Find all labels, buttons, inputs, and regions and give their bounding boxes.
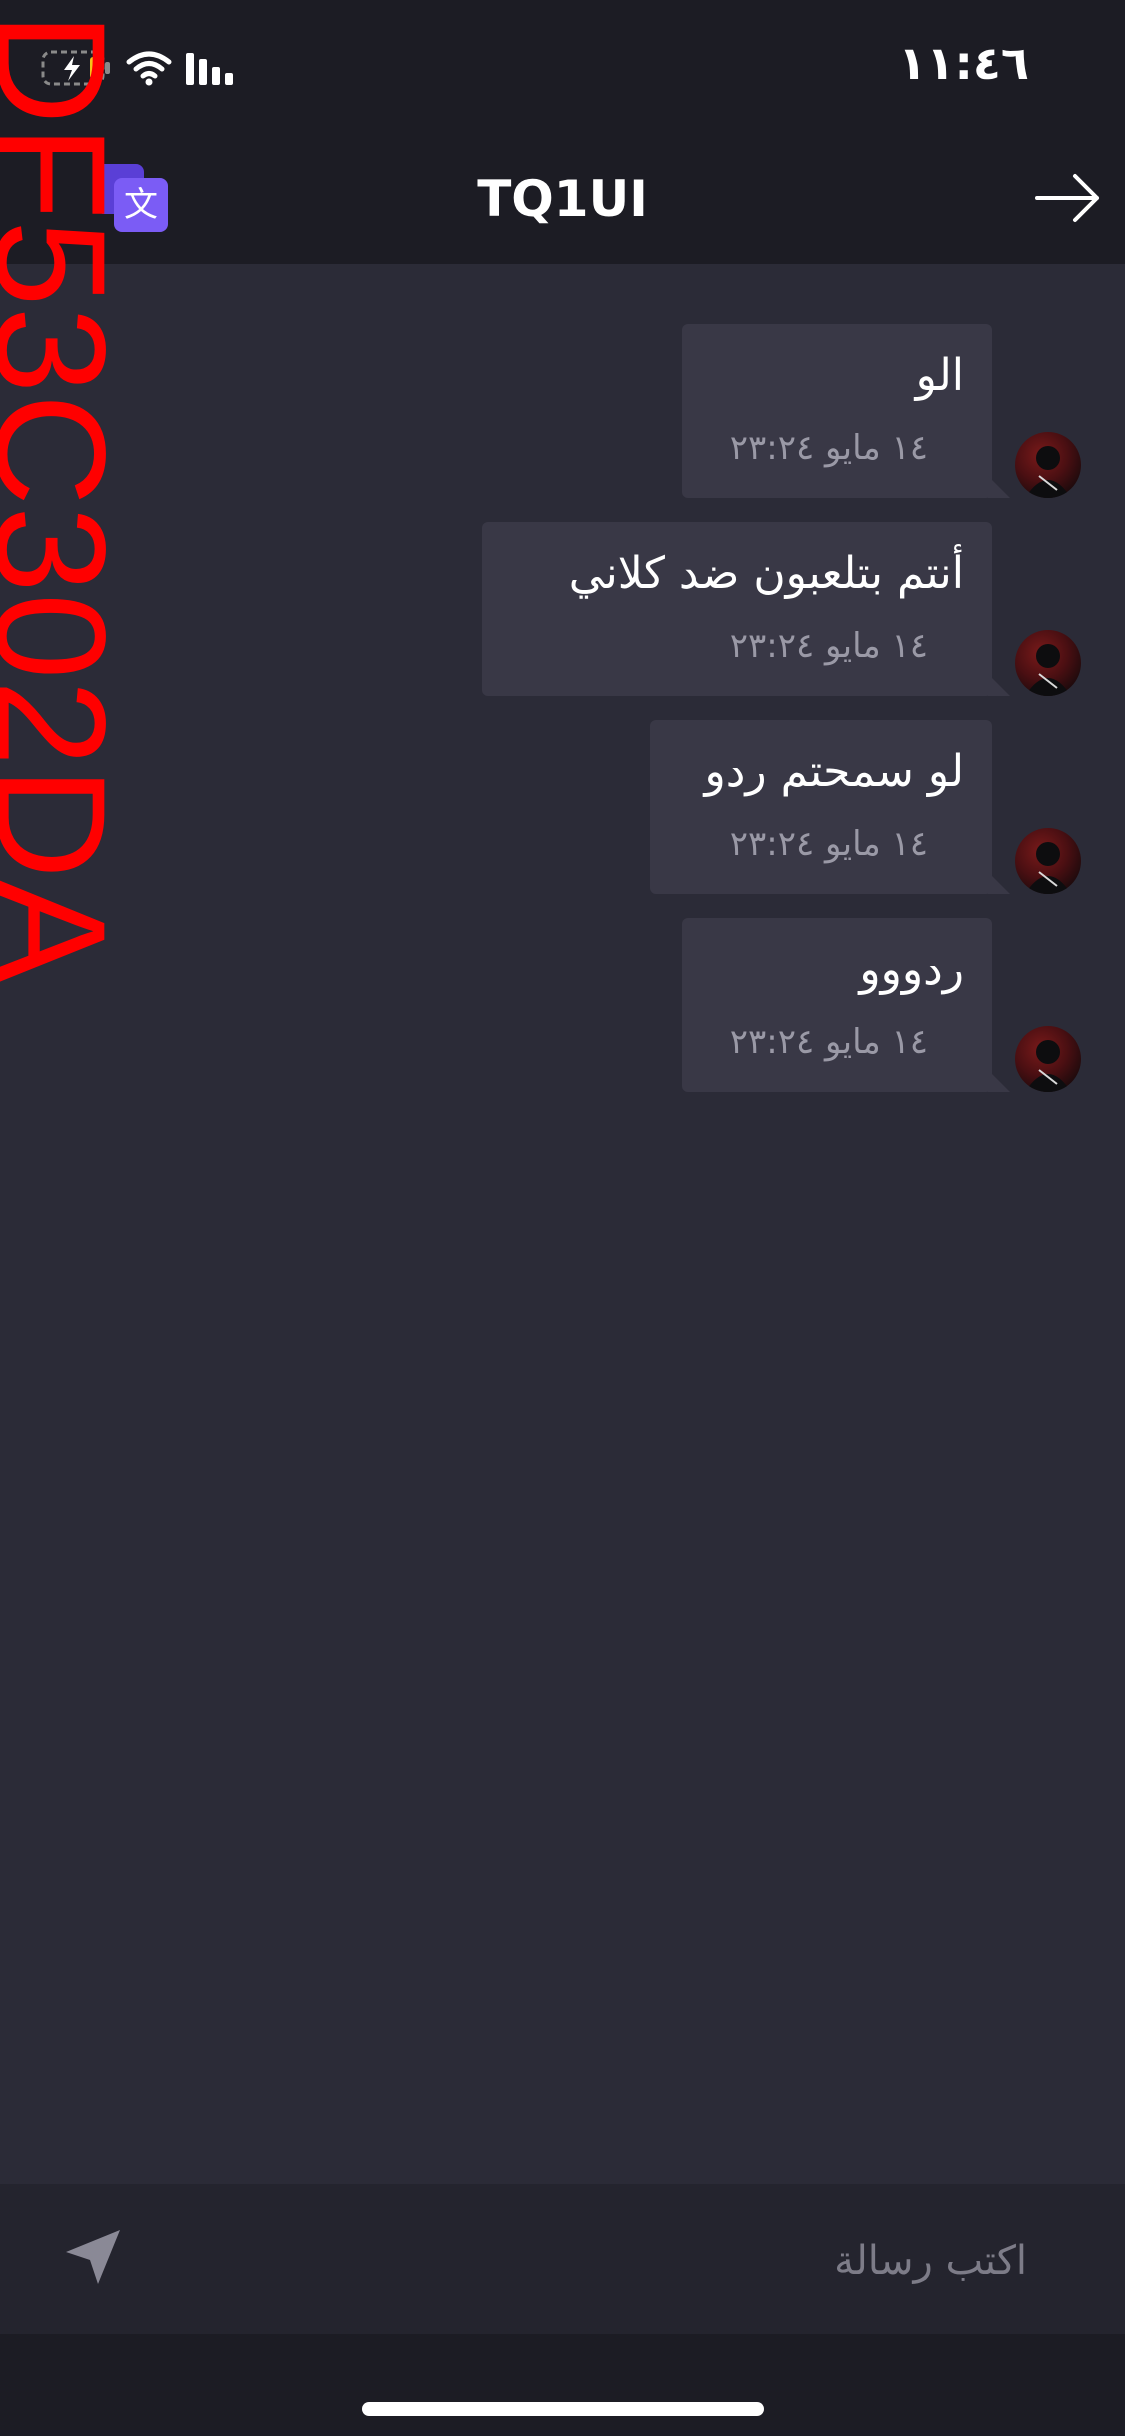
avatar[interactable] (1015, 1026, 1081, 1092)
message-bubble[interactable]: أنتم بتلعبون ضد كلاني ١٤ مايو ٢٣:٢٤ (482, 522, 992, 696)
avatar[interactable] (1015, 432, 1081, 498)
message-item: ردووو ١٤ مايو ٢٣:٢٤ (0, 918, 1125, 1094)
home-area (0, 2334, 1125, 2436)
message-input[interactable] (225, 2220, 1029, 2302)
send-icon (66, 2230, 120, 2284)
avatar[interactable] (1015, 828, 1081, 894)
status-bar: ١١:٤٦ (0, 0, 1125, 136)
back-button[interactable] (1033, 168, 1103, 228)
message-bubble[interactable]: ردووو ١٤ مايو ٢٣:٢٤ (682, 918, 992, 1092)
message-list[interactable]: الو ١٤ مايو ٢٣:٢٤ أنتم بتلعبون ضد كلاني … (0, 264, 1125, 2184)
status-time: ١١:٤٦ (898, 36, 1029, 90)
wifi-icon (126, 50, 172, 90)
bubble-tail (988, 872, 1010, 894)
bubble-tail (988, 476, 1010, 498)
message-timestamp: ١٤ مايو ٢٣:٢٤ (729, 428, 928, 468)
bubble-tail (988, 674, 1010, 696)
message-text: لو سمحتم ردو (704, 746, 964, 797)
bubble-tail (988, 1070, 1010, 1092)
message-timestamp: ١٤ مايو ٢٣:٢٤ (729, 1022, 928, 1062)
message-timestamp: ١٤ مايو ٢٣:٢٤ (729, 824, 928, 864)
home-indicator[interactable] (362, 2402, 764, 2416)
message-text: ردووو (859, 944, 964, 995)
battery-charging-icon (40, 48, 112, 92)
avatar[interactable] (1015, 630, 1081, 696)
message-bubble[interactable]: لو سمحتم ردو ١٤ مايو ٢٣:٢٤ (650, 720, 992, 894)
arrow-right-icon (1035, 174, 1099, 222)
composer-bar (0, 2184, 1125, 2334)
message-text: أنتم بتلعبون ضد كلاني (568, 548, 964, 599)
chat-title: TQ1UI (477, 170, 648, 228)
send-button[interactable] (60, 2222, 130, 2292)
message-bubble[interactable]: الو ١٤ مايو ٢٣:٢٤ (682, 324, 992, 498)
message-item: لو سمحتم ردو ١٤ مايو ٢٣:٢٤ (0, 720, 1125, 896)
message-timestamp: ١٤ مايو ٢٣:٢٤ (729, 626, 928, 666)
chat-header: 文 TQ1UI (0, 136, 1125, 264)
message-item: أنتم بتلعبون ضد كلاني ١٤ مايو ٢٣:٢٤ (0, 522, 1125, 698)
status-icons (40, 46, 240, 94)
message-text: الو (915, 350, 964, 401)
message-item: الو ١٤ مايو ٢٣:٢٤ (0, 324, 1125, 500)
signal-icon (186, 51, 240, 89)
